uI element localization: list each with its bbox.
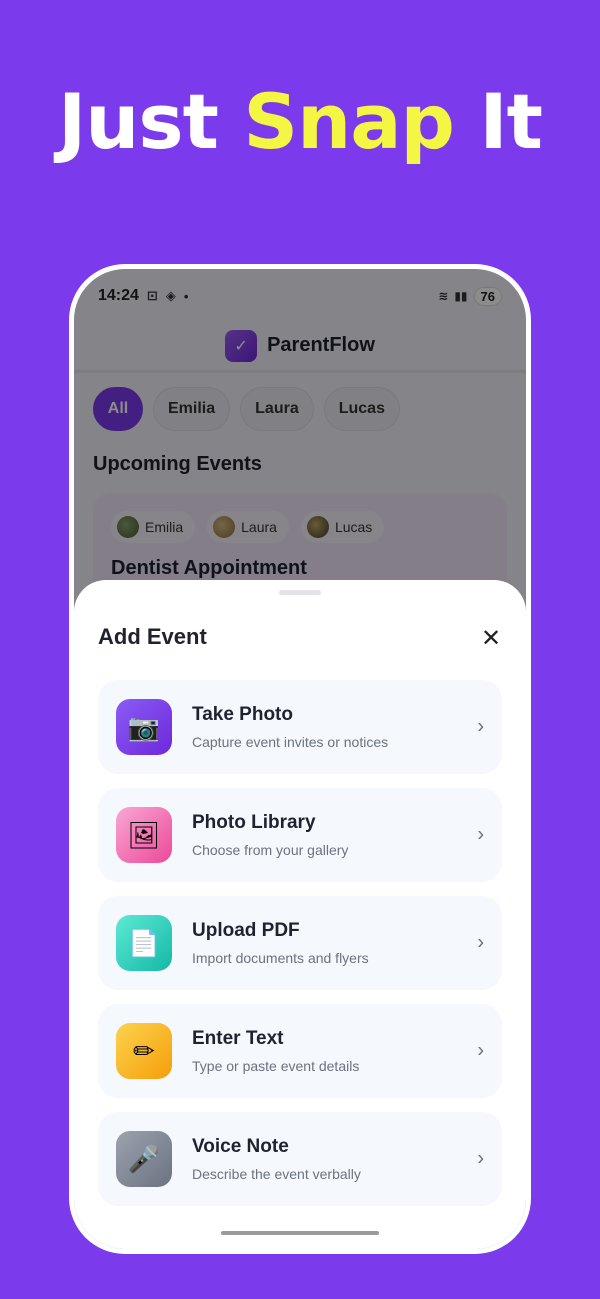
chevron-right-icon: › (477, 1147, 484, 1170)
option-subtitle: Capture event invites or notices (192, 734, 389, 750)
headline: Just Snap It (0, 84, 600, 160)
option-title: Photo Library (192, 812, 316, 833)
option-subtitle: Choose from your gallery (192, 842, 349, 858)
option-enter-text[interactable]: ✏ Enter Text Type or paste event details… (98, 1004, 502, 1098)
add-event-sheet: Add Event ✕ 📷 Take Photo Capture event i… (74, 580, 526, 1249)
headline-part1: Just (57, 77, 219, 166)
option-upload-pdf[interactable]: 📄 Upload PDF Import documents and flyers… (98, 896, 502, 990)
microphone-icon: 🎤 (116, 1131, 172, 1187)
headline-accent: Snap (243, 77, 455, 166)
picture-icon: 🖼 (116, 807, 172, 863)
option-subtitle: Import documents and flyers (192, 950, 369, 966)
headline-part2: It (479, 77, 543, 166)
chevron-right-icon: › (477, 931, 484, 954)
option-title: Voice Note (192, 1136, 289, 1157)
event-options: 📷 Take Photo Capture event invites or no… (98, 680, 502, 1220)
home-indicator[interactable] (221, 1231, 379, 1235)
chevron-right-icon: › (477, 715, 484, 738)
option-voice-note[interactable]: 🎤 Voice Note Describe the event verbally… (98, 1112, 502, 1206)
option-subtitle: Describe the event verbally (192, 1166, 361, 1182)
document-icon: 📄 (116, 915, 172, 971)
sheet-title: Add Event (98, 624, 207, 649)
option-title: Take Photo (192, 704, 293, 725)
option-title: Enter Text (192, 1028, 284, 1049)
option-take-photo[interactable]: 📷 Take Photo Capture event invites or no… (98, 680, 502, 774)
close-icon[interactable]: ✕ (478, 626, 504, 652)
phone-frame: 14:24 ⊡ ◈ • ≋ ▮▮ 76 ✓ ParentFlow All Emi… (69, 264, 531, 1254)
option-title: Upload PDF (192, 920, 300, 941)
option-photo-library[interactable]: 🖼 Photo Library Choose from your gallery… (98, 788, 502, 882)
drag-handle[interactable] (279, 590, 321, 595)
pencil-icon: ✏ (116, 1023, 172, 1079)
chevron-right-icon: › (477, 1039, 484, 1062)
camera-icon: 📷 (116, 699, 172, 755)
option-subtitle: Type or paste event details (192, 1058, 360, 1074)
chevron-right-icon: › (477, 823, 484, 846)
phone-screen: 14:24 ⊡ ◈ • ≋ ▮▮ 76 ✓ ParentFlow All Emi… (74, 269, 526, 1249)
